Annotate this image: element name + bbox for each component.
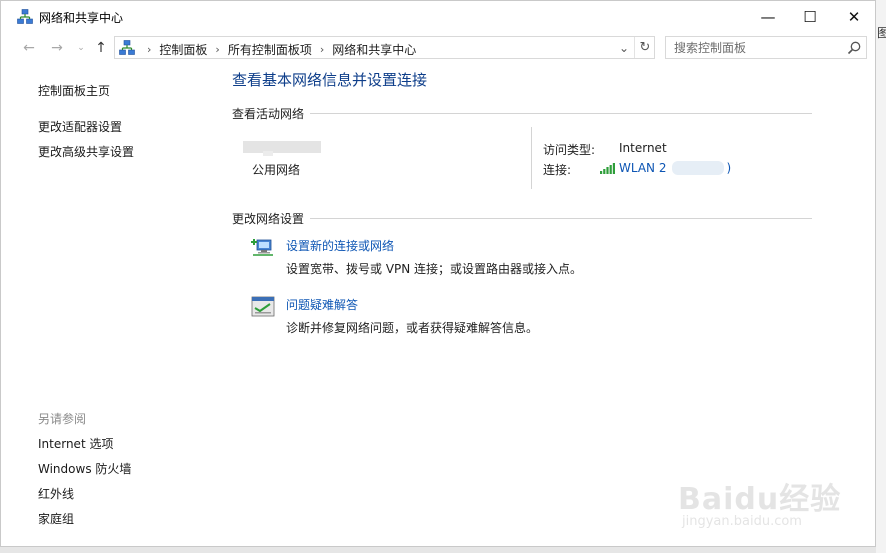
- network-type: 公用网络: [252, 163, 301, 177]
- desktop-edge: [0, 547, 876, 553]
- up-button[interactable]: ↑: [91, 38, 111, 58]
- control-panel-icon: [119, 40, 135, 55]
- troubleshoot-link[interactable]: 问题疑难解答: [286, 296, 358, 313]
- breadcrumb-all-items[interactable]: 所有控制面板项: [228, 41, 312, 58]
- task-new-connection: 设置新的连接或网络 设置宽带、拨号或 VPN 连接；或设置路由器或接入点。: [251, 237, 791, 277]
- network-name-redacted-tail: [263, 151, 273, 156]
- wlan-connection-link[interactable]: WLAN 2: [619, 161, 666, 175]
- link-change-adapter-settings[interactable]: 更改适配器设置: [38, 118, 122, 135]
- troubleshoot-icon: [251, 296, 275, 317]
- watermark-brand: Baidu经验: [678, 482, 842, 517]
- access-type-label: 访问类型:: [543, 143, 596, 157]
- background-window-glyph: 图: [877, 26, 886, 40]
- search-icon[interactable]: [846, 40, 862, 56]
- section-divider: [232, 218, 812, 219]
- link-control-panel-home[interactable]: 控制面板主页: [38, 82, 110, 99]
- access-type-value: Internet: [619, 141, 667, 155]
- breadcrumb-separator[interactable]: ›: [320, 43, 324, 56]
- background-window-edge: 图: [876, 0, 886, 553]
- recent-locations-button[interactable]: ⌄: [71, 38, 91, 58]
- link-change-advanced-sharing[interactable]: 更改高级共享设置: [38, 143, 134, 160]
- troubleshoot-desc: 诊断并修复网络问题，或者获得疑难解答信息。: [286, 321, 539, 335]
- breadcrumb-separator[interactable]: ›: [215, 43, 219, 56]
- window: 网络和共享中心 — ☐ ✕ ← → ⌄ ↑ › 控制面板 › 所有控制面板项 ›…: [0, 0, 876, 547]
- window-title: 网络和共享中心: [39, 11, 124, 25]
- address-toolbar: ← → ⌄ ↑ › 控制面板 › 所有控制面板项 › 网络和共享中心 ⌄ ↻: [1, 34, 875, 62]
- connection-link-group: WLAN 2 ): [600, 161, 731, 175]
- setup-new-connection-link[interactable]: 设置新的连接或网络: [286, 237, 394, 254]
- change-settings-section: 更改网络设置: [232, 210, 812, 227]
- connection-label: 连接:: [543, 163, 572, 177]
- back-button[interactable]: ←: [19, 38, 39, 58]
- connection-suffix: ): [726, 161, 732, 175]
- refresh-button[interactable]: ↻: [634, 37, 655, 58]
- active-networks-heading: 查看活动网络: [232, 105, 311, 122]
- address-bar[interactable]: › 控制面板 › 所有控制面板项 › 网络和共享中心 ⌄ ↻: [114, 36, 655, 59]
- left-pane: 控制面板主页 更改适配器设置 更改高级共享设置 另请参阅 Internet 选项…: [1, 63, 221, 547]
- wifi-signal-icon: [600, 163, 615, 174]
- see-also-heading: 另请参阅: [38, 412, 87, 426]
- link-infrared[interactable]: 红外线: [38, 485, 74, 502]
- title-bar: 网络和共享中心 — ☐ ✕: [1, 1, 875, 32]
- maximize-button[interactable]: ☐: [787, 1, 833, 32]
- link-internet-options[interactable]: Internet 选项: [38, 435, 113, 452]
- active-networks-section: 查看活动网络: [232, 105, 812, 122]
- new-connection-icon: [251, 239, 273, 256]
- setup-new-connection-desc: 设置宽带、拨号或 VPN 连接；或设置路由器或接入点。: [286, 262, 583, 276]
- network-name-redacted: [243, 141, 321, 153]
- section-divider: [232, 113, 812, 114]
- change-settings-heading: 更改网络设置: [232, 210, 311, 227]
- minimize-button[interactable]: —: [745, 1, 791, 32]
- network-center-icon: [17, 9, 33, 24]
- connection-ssid-redacted: [672, 161, 725, 175]
- page-title: 查看基本网络信息并设置连接: [232, 71, 428, 89]
- breadcrumb: › 控制面板 › 所有控制面板项 › 网络和共享中心: [139, 41, 416, 58]
- forward-button[interactable]: →: [47, 38, 67, 58]
- link-windows-firewall[interactable]: Windows 防火墙: [38, 460, 131, 477]
- breadcrumb-control-panel[interactable]: 控制面板: [159, 41, 207, 58]
- close-button[interactable]: ✕: [831, 1, 877, 32]
- watermark-url: jingyan.baidu.com: [682, 514, 802, 529]
- task-troubleshoot: 问题疑难解答 诊断并修复网络问题，或者获得疑难解答信息。: [251, 296, 791, 336]
- search-box: [665, 36, 867, 59]
- address-dropdown-button[interactable]: ⌄: [615, 37, 633, 58]
- network-divider: [531, 127, 532, 189]
- breadcrumb-separator[interactable]: ›: [147, 43, 151, 56]
- link-homegroup[interactable]: 家庭组: [38, 510, 74, 527]
- search-input[interactable]: [666, 37, 844, 58]
- breadcrumb-network-center[interactable]: 网络和共享中心: [332, 41, 416, 58]
- baidu-watermark: Baidu经验 jingyan.baidu.com: [676, 470, 840, 540]
